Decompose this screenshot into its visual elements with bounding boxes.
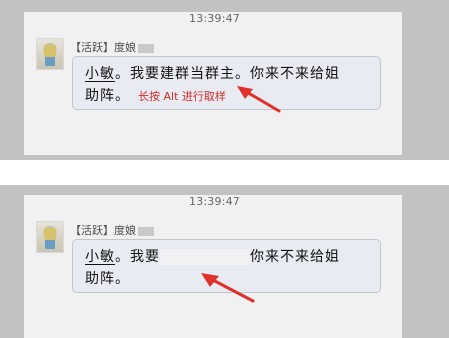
avatar[interactable]: [36, 38, 64, 70]
divider: [0, 160, 449, 185]
message-text: 助阵。: [85, 88, 130, 104]
sender-badge: 【活跃】: [70, 41, 114, 54]
message-text: 。我要建群当群主。你来不来给姐: [115, 66, 340, 82]
message-line-2: 助阵。 长按 Alt 进行取样: [85, 85, 226, 105]
message-line-1: 小敏。我要 你来不来给姐: [85, 246, 340, 266]
message-timestamp: 13:39:47: [189, 12, 241, 25]
annotation-label: 长按 Alt 进行取样: [138, 90, 226, 103]
chat-panel-after: 13:39:47 【活跃】度娘 小敏。我要 你来不来给姐 助阵。: [24, 195, 402, 338]
mention-link[interactable]: 小敏: [85, 249, 115, 265]
message-text: 你来不来给姐: [250, 249, 340, 265]
mention-link[interactable]: 小敏: [85, 66, 115, 82]
message-timestamp: 13:39:47: [189, 195, 241, 208]
sender-name[interactable]: 度娘: [114, 224, 136, 237]
arrow-pointer-icon: [237, 86, 281, 113]
arrow-pointer-icon: [201, 273, 255, 303]
message-text: 助阵。: [85, 271, 130, 287]
message-bubble[interactable]: 小敏。我要建群当群主。你来不来给姐 助阵。 长按 Alt 进行取样: [72, 56, 381, 110]
avatar-image: [44, 45, 56, 57]
message-line-1: 小敏。我要建群当群主。你来不来给姐: [85, 63, 340, 83]
avatar-image: [44, 228, 56, 240]
avatar[interactable]: [36, 221, 64, 253]
erased-text-region: [160, 249, 250, 265]
chat-panel-before: 13:39:47 【活跃】度娘 小敏。我要建群当群主。你来不来给姐 助阵。 长按 …: [24, 12, 402, 155]
redacted-name-blur: [138, 226, 154, 236]
message-line-2: 助阵。: [85, 268, 130, 288]
message-text: 。我要: [115, 249, 160, 265]
sender-name[interactable]: 度娘: [114, 41, 136, 54]
sender-info: 【活跃】度娘: [70, 222, 154, 238]
redacted-name-blur: [138, 43, 154, 53]
sender-info: 【活跃】度娘: [70, 39, 154, 55]
sender-badge: 【活跃】: [70, 224, 114, 237]
